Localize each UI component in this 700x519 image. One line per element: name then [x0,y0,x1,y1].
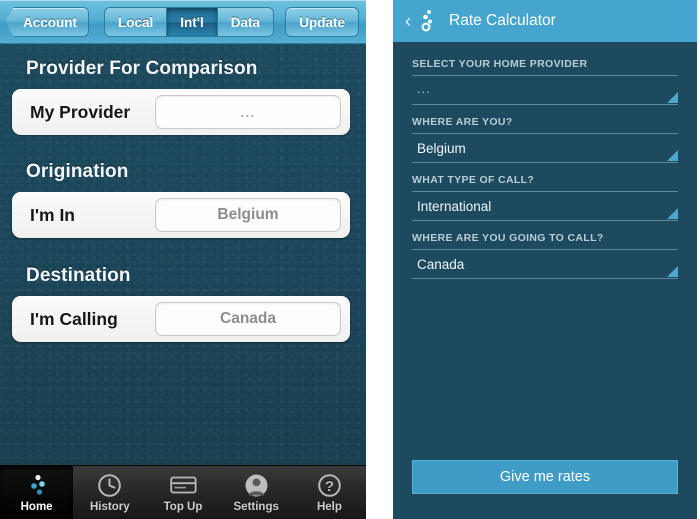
row-value-my-provider[interactable]: ... [155,95,341,129]
row-label-im-in: I'm In [30,204,75,225]
app-bar-title: Rate Calculator [449,12,556,29]
field-value-home-provider: ... [417,84,432,96]
dropdown-caret-icon [667,92,678,103]
clock-icon [96,472,124,498]
ios-tab-bar: Home History Top Up Settings ? Help [0,465,366,519]
question-mark-icon: ? [315,472,343,498]
chevron-left-icon[interactable]: ‹ [401,10,415,32]
tabbar-item-history[interactable]: History [73,466,146,519]
tabbar-label-history: History [89,501,130,513]
tabbar-item-home[interactable]: Home [0,466,74,519]
row-value-im-calling[interactable]: Canada [155,302,341,336]
tab-data-label: Data [230,14,260,30]
tab-intl-label: Int'l [180,14,204,30]
dropdown-type-of-call[interactable]: International [412,192,678,221]
field-label-type-of-call: WHAT TYPE OF CALL? [412,174,678,192]
android-app-bar: ‹ Rate Calculator [393,0,697,42]
row-my-provider[interactable]: My Provider ... [12,89,350,135]
field-label-calling-destination: WHERE ARE YOU GOING TO CALL? [412,232,678,250]
dots-logo-icon [417,8,439,34]
ios-navigation-bar: Account Local Int'l Data Update [0,0,366,44]
tabbar-item-settings[interactable]: Settings [220,466,293,519]
row-label-my-provider: My Provider [30,101,131,122]
update-button[interactable]: Update [285,7,359,37]
person-icon [242,472,270,498]
dropdown-calling-destination[interactable]: Canada [412,250,678,279]
credit-card-icon [169,472,197,498]
tab-local[interactable]: Local [105,8,168,36]
tabbar-label-home: Home [20,501,53,513]
ios-content-area: Provider For Comparison My Provider ... … [0,44,366,465]
section-heading-origination: Origination [26,161,129,182]
field-label-where-are-you: WHERE ARE YOU? [412,116,678,134]
field-value-where-are-you: Belgium [417,140,466,156]
right-phone-screen: ‹ Rate Calculator SELECT YOUR HOME PROVI… [393,0,697,519]
dropdown-home-provider[interactable]: ... [412,76,678,105]
field-calling-destination: WHERE ARE YOU GOING TO CALL? Canada [412,232,678,279]
tabbar-label-help: Help [316,501,342,513]
screenshot-root: Provider For Comparison My Provider ... … [0,0,700,519]
dropdown-caret-icon [667,150,678,161]
field-label-home-provider: SELECT YOUR HOME PROVIDER [412,58,678,76]
dropdown-caret-icon [667,266,678,277]
give-me-rates-label: Give me rates [499,469,591,485]
row-im-in[interactable]: I'm In Belgium [12,192,350,238]
tabbar-label-settings: Settings [233,501,279,513]
section-heading-provider: Provider For Comparison [26,58,258,79]
svg-text:?: ? [325,478,334,495]
tabbar-item-topup[interactable]: Top Up [146,466,219,519]
tab-data[interactable]: Data [217,8,273,36]
tabbar-item-help[interactable]: ? Help [293,466,366,519]
tabbar-label-topup: Top Up [163,501,203,513]
dots-logo-icon [23,472,51,498]
account-back-button[interactable]: Account [5,7,89,37]
field-where-are-you: WHERE ARE YOU? Belgium [412,116,678,163]
field-home-provider: SELECT YOUR HOME PROVIDER ... [412,58,678,105]
row-im-calling[interactable]: I'm Calling Canada [12,296,350,342]
give-me-rates-button[interactable]: Give me rates [412,460,678,494]
left-phone-screen: Provider For Comparison My Provider ... … [0,0,366,519]
tab-local-label: Local [118,14,154,30]
field-type-of-call: WHAT TYPE OF CALL? International [412,174,678,221]
account-back-label: Account [23,14,77,30]
dropdown-where-are-you[interactable]: Belgium [412,134,678,163]
tab-intl[interactable]: Int'l [167,8,218,36]
android-content-area: SELECT YOUR HOME PROVIDER ... WHERE ARE … [393,42,697,519]
update-button-label: Update [299,14,345,30]
dropdown-caret-icon [667,208,678,219]
segmented-control: Local Int'l Data [104,7,274,37]
field-value-type-of-call: International [417,198,492,214]
row-label-im-calling: I'm Calling [30,308,118,329]
field-value-calling-destination: Canada [417,256,465,272]
row-value-im-in[interactable]: Belgium [155,198,341,232]
section-heading-destination: Destination [26,265,131,286]
